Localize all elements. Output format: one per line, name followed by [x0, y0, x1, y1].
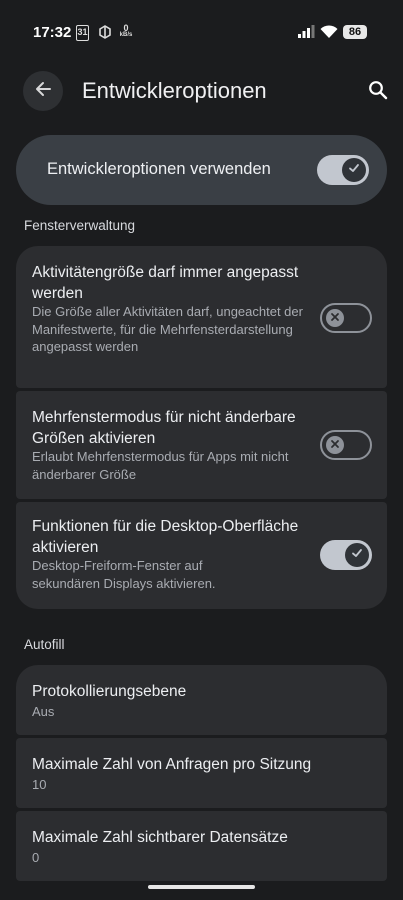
- network-speed-indicator: 0 kB/s: [119, 23, 133, 39]
- setting-value: Aus: [32, 704, 55, 719]
- master-switch-label: Entwickleroptionen verwenden: [47, 160, 271, 178]
- setting-title: Protokollierungsebene: [32, 683, 187, 700]
- setting-item-max-requests[interactable]: Maximale Zahl von Anfragen pro Sitzung 1…: [16, 738, 387, 808]
- search-icon: [368, 80, 388, 105]
- network-speed-unit: kB/s: [119, 32, 133, 38]
- section-header-autofill: Autofill: [24, 637, 65, 652]
- toggle-knob: [345, 543, 369, 567]
- setting-item-non-resizable-multiwindow[interactable]: Mehrfenstermodus für nicht änderbare Grö…: [16, 391, 387, 499]
- section-header-window-management: Fensterverwaltung: [24, 218, 136, 233]
- search-button[interactable]: [360, 74, 396, 110]
- setting-title: Aktivitätengröße darf immer angepasst we…: [32, 264, 299, 302]
- setting-item-max-visible-datasets[interactable]: Maximale Zahl sichtbarer Datensätze 0: [16, 811, 387, 881]
- check-icon: [348, 161, 360, 179]
- battery-indicator: 86: [343, 25, 367, 39]
- home-indicator[interactable]: [148, 885, 255, 889]
- close-icon: [330, 309, 340, 327]
- setting-title: Maximale Zahl sichtbarer Datensätze: [32, 829, 288, 846]
- toggle-switch[interactable]: [320, 540, 372, 570]
- signal-icon: [297, 25, 315, 39]
- network-speed-value: 0: [123, 23, 129, 33]
- status-time: 17:32: [33, 24, 72, 41]
- toggle-knob: [326, 309, 344, 327]
- wifi-icon: [320, 25, 338, 39]
- master-toggle[interactable]: [317, 155, 369, 185]
- setting-description: Desktop-Freiform-Fenster auf sekundären …: [32, 558, 216, 591]
- setting-description: Die Größe aller Aktivitäten darf, ungeac…: [32, 304, 303, 354]
- toggle-knob: [326, 436, 344, 454]
- setting-value: 0: [32, 850, 40, 865]
- calendar-icon: 31: [76, 25, 89, 41]
- setting-title: Funktionen für die Desktop-Oberfläche ak…: [32, 518, 299, 556]
- close-icon: [330, 436, 340, 454]
- setting-title: Maximale Zahl von Anfragen pro Sitzung: [32, 756, 312, 773]
- setting-title: Mehrfenstermodus für nicht änderbare Grö…: [32, 409, 296, 447]
- toggle-switch[interactable]: [320, 430, 372, 460]
- toggle-switch[interactable]: [320, 303, 372, 333]
- developer-options-master-switch[interactable]: Entwickleroptionen verwenden: [16, 135, 387, 205]
- toggle-knob: [342, 158, 366, 182]
- notification-app-icon: [99, 25, 111, 39]
- status-bar: 17:32 31 0 kB/s 86: [0, 0, 403, 64]
- arrow-left-icon: [34, 80, 52, 103]
- setting-item-logging-level[interactable]: Protokollierungsebene Aus: [16, 665, 387, 735]
- setting-description: Erlaubt Mehrfenstermodus für Apps mit ni…: [32, 449, 289, 482]
- setting-item-desktop-mode[interactable]: Funktionen für die Desktop-Oberfläche ak…: [16, 502, 387, 609]
- check-icon: [351, 546, 363, 564]
- page-title: Entwickleroptionen: [82, 78, 267, 103]
- setting-item-resizable-activities[interactable]: Aktivitätengröße darf immer angepasst we…: [16, 246, 387, 388]
- setting-value: 10: [32, 777, 47, 792]
- back-button[interactable]: [23, 71, 63, 111]
